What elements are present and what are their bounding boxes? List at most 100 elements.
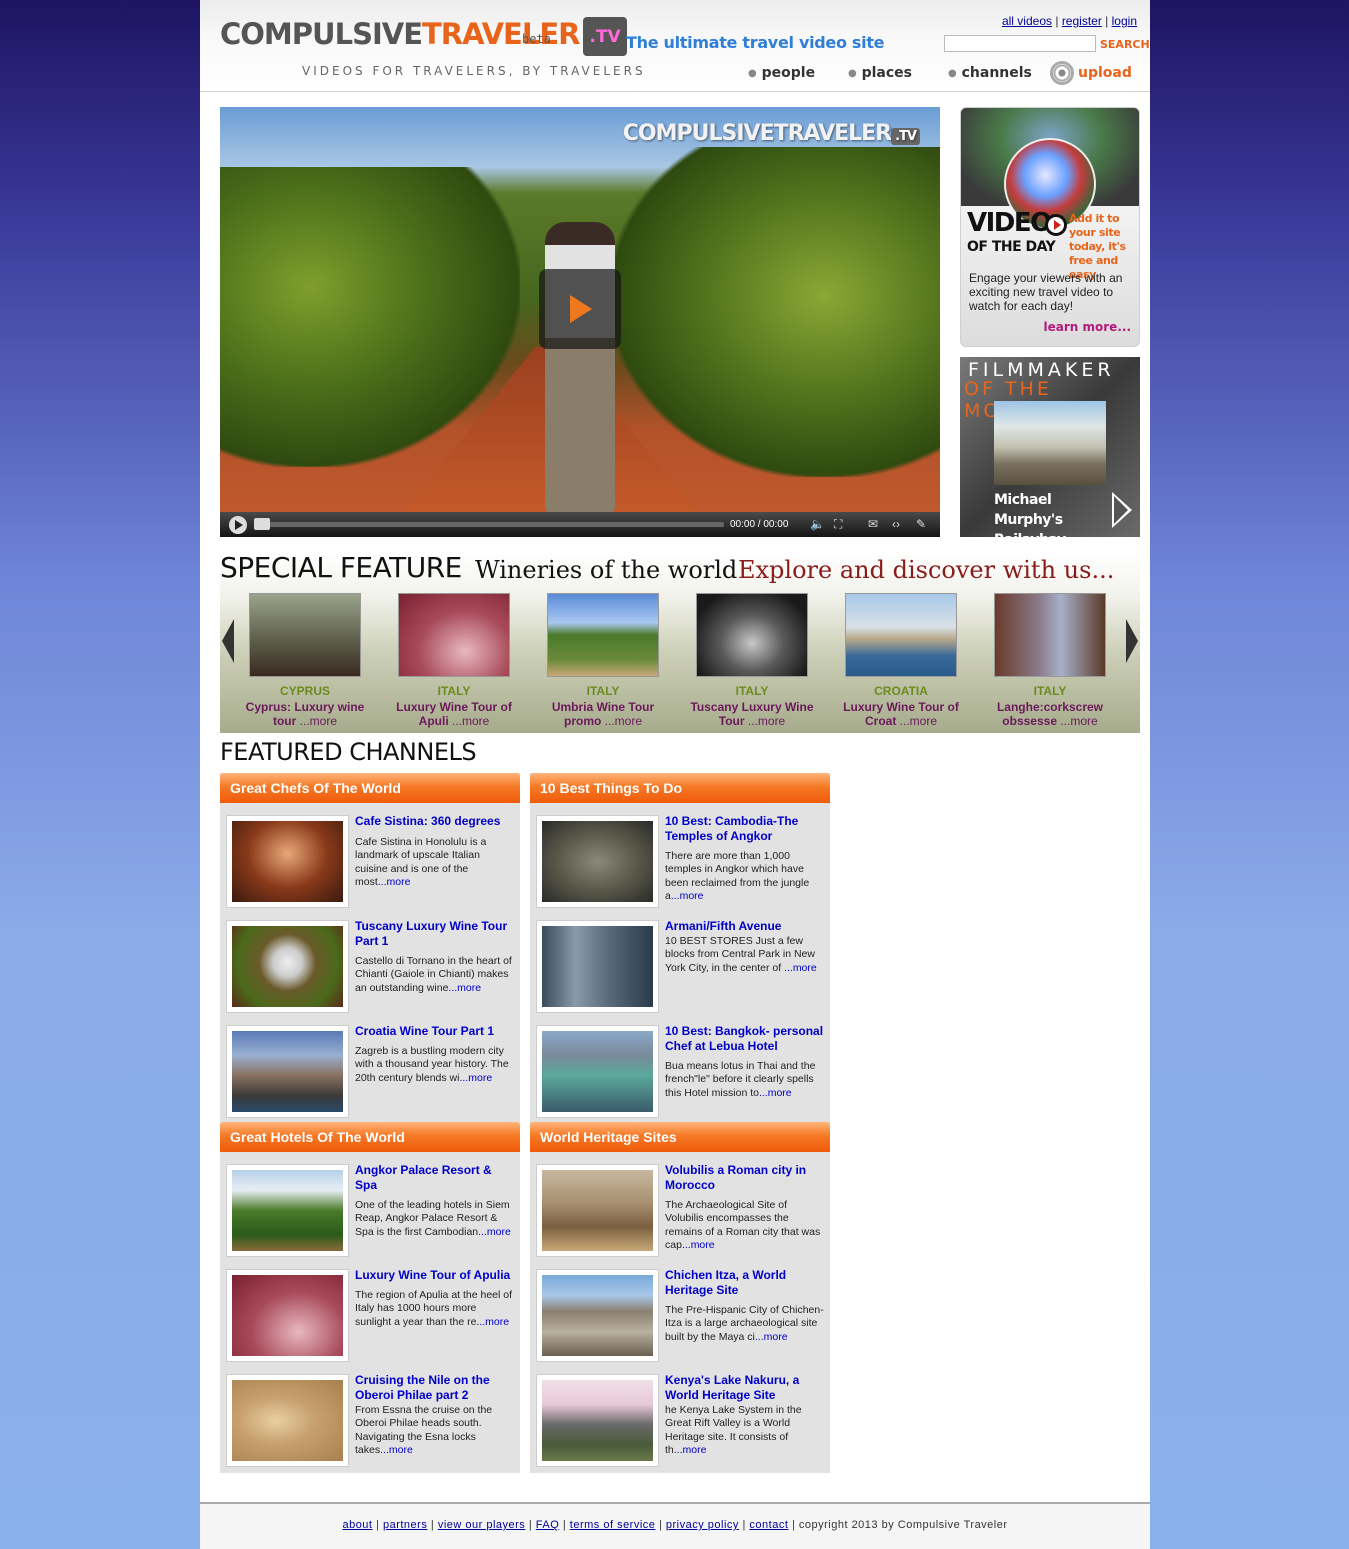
video-title-link[interactable]: Volubilis a Roman city in Morocco (665, 1163, 825, 1193)
nav-upload[interactable]: upload (1050, 61, 1132, 85)
video-title-link[interactable]: 10 Best: Cambodia-The Temples of Angkor (665, 814, 825, 844)
more-link[interactable]: ...more (900, 714, 937, 728)
video-title-link[interactable]: Tuscany Luxury Wine Tour Part 1 (355, 919, 515, 949)
fotm-filmmaker-name[interactable]: Michael Murphy's Railaybay (994, 490, 1114, 537)
more-link[interactable]: ...more (476, 1316, 509, 1328)
carousel-caption[interactable]: Umbria Wine Tour promo ...more (533, 700, 673, 728)
arrow-right-icon[interactable] (1112, 492, 1132, 528)
footer-link-privacy[interactable]: privacy policy (666, 1519, 739, 1531)
video-thumbnail[interactable] (536, 815, 659, 908)
more-link[interactable]: ...more (605, 714, 642, 728)
email-icon[interactable]: ✉ (868, 517, 878, 531)
channel-item[interactable]: Cafe Sistina: 360 degrees Cafe Sistina i… (226, 809, 514, 909)
video-thumbnail[interactable] (226, 1164, 349, 1257)
channel-item[interactable]: Kenya's Lake Nakuru, a World Heritage Si… (536, 1368, 824, 1468)
carousel-caption[interactable]: Luxury Wine Tour of Apuli ...more (384, 700, 524, 728)
login-link[interactable]: login (1112, 14, 1137, 28)
carousel-caption[interactable]: Tuscany Luxury Wine Tour ...more (682, 700, 822, 728)
more-link[interactable]: ...more (380, 1444, 413, 1456)
video-title-link[interactable]: Angkor Palace Resort & Spa (355, 1163, 515, 1193)
more-link[interactable]: ...more (755, 1331, 788, 1343)
filmmaker-of-the-month-box[interactable]: FILMMAKER OF THE MONTH Michael Murphy's … (960, 357, 1140, 537)
footer-link-partners[interactable]: partners (383, 1519, 427, 1531)
video-of-the-day-box[interactable]: VIDEO OF THE DAY Add it to your site tod… (960, 107, 1140, 347)
video-thumbnail[interactable] (226, 815, 349, 908)
carousel-item[interactable]: CYPRUS Cyprus: Luxury wine tour ...more (235, 593, 375, 728)
more-link[interactable]: ...more (378, 876, 411, 888)
video-thumbnail[interactable] (536, 1164, 659, 1257)
embed-icon[interactable]: ‹› (892, 517, 900, 531)
more-link[interactable]: ...more (459, 1072, 492, 1084)
learn-more-link[interactable]: learn more... (1044, 320, 1131, 334)
footer-link-players[interactable]: view our players (438, 1519, 525, 1531)
channel-header[interactable]: 10 Best Things To Do (530, 773, 830, 803)
footer-link-faq[interactable]: FAQ (536, 1519, 560, 1531)
video-thumbnail[interactable] (226, 1025, 349, 1118)
channel-item[interactable]: Croatia Wine Tour Part 1 Zagreb is a bus… (226, 1019, 514, 1119)
channel-item[interactable]: Cruising the Nile on the Oberoi Philae p… (226, 1368, 514, 1468)
video-title-link[interactable]: Armani/Fifth Avenue (665, 919, 825, 934)
more-link[interactable]: ...more (452, 714, 489, 728)
video-title-link[interactable]: Croatia Wine Tour Part 1 (355, 1024, 515, 1039)
video-player[interactable]: COMPULSIVETRAVELER .TV 00:00 / 00:00 🔈 ⛶ … (220, 107, 940, 537)
channel-item[interactable]: Chichen Itza, a World Heritage Site The … (536, 1263, 824, 1363)
more-link[interactable]: ...more (748, 714, 785, 728)
video-thumbnail[interactable] (536, 1025, 659, 1118)
video-title-link[interactable]: Cafe Sistina: 360 degrees (355, 814, 515, 829)
channel-item[interactable]: Armani/Fifth Avenue 10 BEST STORES Just … (536, 914, 824, 1014)
video-thumbnail[interactable] (226, 1269, 349, 1362)
footer-link-about[interactable]: about (342, 1519, 372, 1531)
carousel-prev-arrow-icon[interactable] (222, 619, 234, 663)
carousel-thumbnail[interactable] (547, 593, 659, 677)
edit-icon[interactable]: ✎ (916, 517, 926, 531)
video-title-link[interactable]: Kenya's Lake Nakuru, a World Heritage Si… (665, 1373, 825, 1403)
more-link[interactable]: ...more (784, 962, 817, 974)
carousel-thumbnail[interactable] (398, 593, 510, 677)
carousel-item[interactable]: ITALY Umbria Wine Tour promo ...more (533, 593, 673, 728)
more-link[interactable]: ...more (478, 1226, 511, 1238)
search-button[interactable]: SEARCH (1100, 38, 1150, 51)
video-title-link[interactable]: Cruising the Nile on the Oberoi Philae p… (355, 1373, 515, 1403)
carousel-thumbnail[interactable] (696, 593, 808, 677)
carousel-thumbnail[interactable] (845, 593, 957, 677)
carousel-item[interactable]: CROATIA Luxury Wine Tour of Croat ...mor… (831, 593, 971, 728)
channel-item[interactable]: 10 Best: Bangkok- personal Chef at Lebua… (536, 1019, 824, 1119)
channel-item[interactable]: 10 Best: Cambodia-The Temples of Angkor … (536, 809, 824, 909)
carousel-item[interactable]: ITALY Tuscany Luxury Wine Tour ...more (682, 593, 822, 728)
carousel-thumbnail[interactable] (994, 593, 1106, 677)
carousel-caption[interactable]: Cyprus: Luxury wine tour ...more (235, 700, 375, 728)
carousel-thumbnail[interactable] (249, 593, 361, 677)
register-link[interactable]: register (1062, 14, 1102, 28)
carousel-item[interactable]: ITALY Luxury Wine Tour of Apuli ...more (384, 593, 524, 728)
more-link[interactable]: ...more (674, 1444, 707, 1456)
footer-link-contact[interactable]: contact (749, 1519, 788, 1531)
carousel-next-arrow-icon[interactable] (1126, 619, 1138, 663)
video-title-link[interactable]: Chichen Itza, a World Heritage Site (665, 1268, 825, 1298)
seek-bar[interactable] (254, 522, 724, 527)
channel-item[interactable]: Volubilis a Roman city in Morocco The Ar… (536, 1158, 824, 1258)
more-link[interactable]: ...more (300, 714, 337, 728)
video-title-link[interactable]: Luxury Wine Tour of Apulia (355, 1268, 515, 1283)
footer-link-terms[interactable]: terms of service (570, 1519, 656, 1531)
search-input[interactable] (944, 35, 1096, 52)
channel-header[interactable]: World Heritage Sites (530, 1122, 830, 1152)
big-play-button[interactable] (539, 269, 621, 349)
more-link[interactable]: ...more (682, 1239, 715, 1251)
channel-item[interactable]: Luxury Wine Tour of Apulia The region of… (226, 1263, 514, 1363)
video-thumbnail[interactable] (536, 1269, 659, 1362)
more-link[interactable]: ...more (448, 982, 481, 994)
volume-icon[interactable]: 🔈 (810, 517, 825, 531)
play-button[interactable] (229, 516, 247, 534)
nav-channels[interactable]: ● channels (948, 65, 1032, 81)
channel-item[interactable]: Angkor Palace Resort & Spa One of the le… (226, 1158, 514, 1258)
more-link[interactable]: ...more (1060, 714, 1097, 728)
all-videos-link[interactable]: all videos (1002, 14, 1052, 28)
channel-header[interactable]: Great Hotels Of The World (220, 1122, 520, 1152)
site-logo[interactable]: COMPULSIVETRAVELER .TV (220, 16, 627, 58)
carousel-caption[interactable]: Luxury Wine Tour of Croat ...more (831, 700, 971, 728)
seek-handle[interactable] (254, 518, 270, 530)
channel-header[interactable]: Great Chefs Of The World (220, 773, 520, 803)
video-title-link[interactable]: 10 Best: Bangkok- personal Chef at Lebua… (665, 1024, 825, 1054)
carousel-item[interactable]: ITALY Langhe:corkscrew obssesse ...more (980, 593, 1120, 728)
video-thumbnail[interactable] (226, 920, 349, 1013)
